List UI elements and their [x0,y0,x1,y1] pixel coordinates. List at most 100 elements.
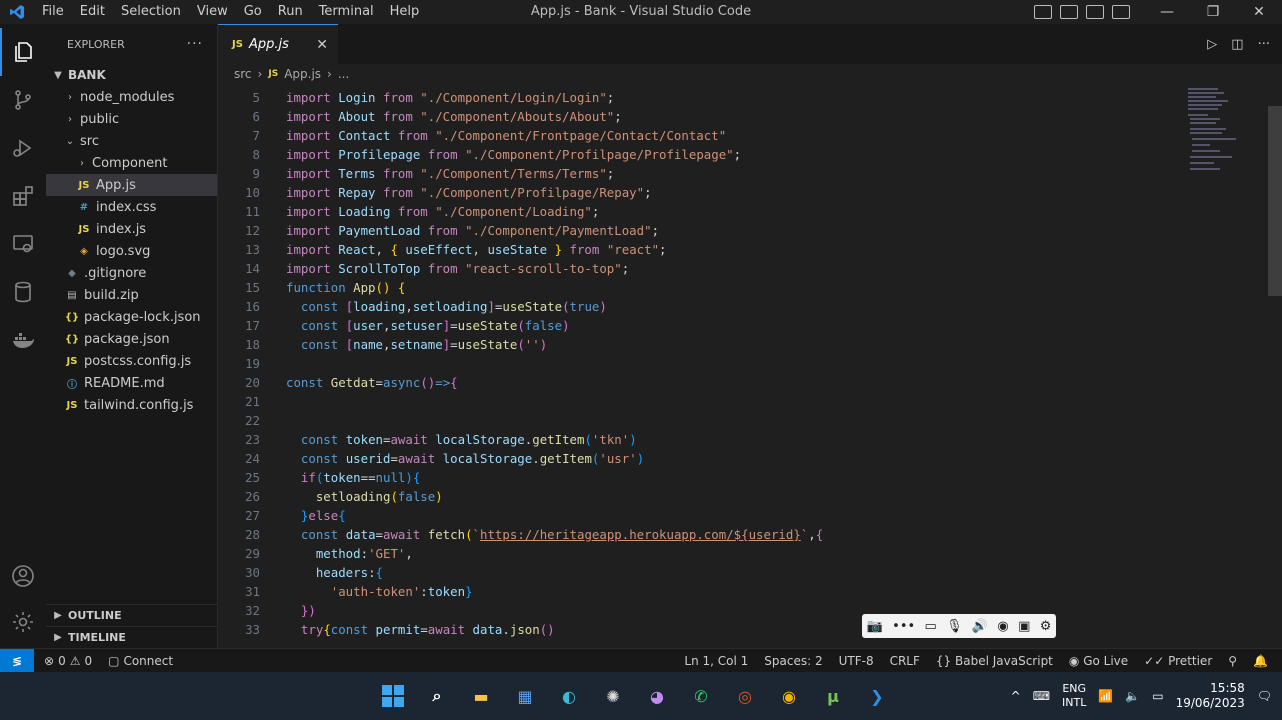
input-indicator-icon[interactable]: ⌨ [1033,689,1050,703]
split-editor-icon[interactable]: ◫ [1231,37,1243,52]
source-control-icon[interactable] [0,76,46,124]
tree-file[interactable]: ⓘ README.md [46,372,217,394]
tree-file[interactable]: JS App.js [46,174,217,196]
breadcrumb-symbol[interactable]: ... [338,67,349,81]
clock[interactable]: 15:58 19/06/2023 [1176,681,1245,711]
camera-icon[interactable]: 📷 [867,619,883,634]
tree-file[interactable]: ◆ .gitignore [46,262,217,284]
code-line[interactable]: 26 setloading(false) [218,487,1178,506]
code-line[interactable]: 15 function App() { [218,278,1178,297]
menu-edit[interactable]: Edit [72,0,113,24]
customize-layout-icon[interactable] [1112,5,1130,19]
code-line[interactable]: 31 'auth-token':token} [218,582,1178,601]
code-line[interactable]: 20 const Getdat=async()=>{ [218,373,1178,392]
accounts-icon[interactable] [0,552,46,600]
tree-folder[interactable]: › node_modules [46,86,217,108]
whatsapp-icon[interactable]: ✆ [684,679,718,713]
code-line[interactable]: 23 const token=await localStorage.getIte… [218,430,1178,449]
chevron-up-icon[interactable]: ^ [1011,689,1021,703]
code-line[interactable]: 14 import ScrollToTop from "react-scroll-… [218,259,1178,278]
toggle-primary-sidebar-icon[interactable] [1034,5,1052,19]
code-line[interactable]: 28 const data=await fetch(`https://herit… [218,525,1178,544]
vscode-taskbar-icon[interactable]: ❯ [860,679,894,713]
menu-run[interactable]: Run [270,0,311,24]
code-line[interactable]: 18 const [name,setname]=useState('') [218,335,1178,354]
menu-help[interactable]: Help [382,0,428,24]
end-of-line[interactable]: CRLF [890,654,920,668]
encoding[interactable]: UTF-8 [839,654,874,668]
file-explorer-icon[interactable]: ▬ [464,679,498,713]
tree-file[interactable]: JS postcss.config.js [46,350,217,372]
code-line[interactable]: 16 const [loading,setloading]=useState(t… [218,297,1178,316]
ubuntu-icon[interactable]: ◎ [728,679,762,713]
menu-terminal[interactable]: Terminal [311,0,382,24]
explorer-icon[interactable] [0,28,46,76]
breadcrumb-file[interactable]: App.js [284,67,321,81]
store-icon[interactable]: ▦ [508,679,542,713]
minimize-button[interactable]: — [1144,0,1190,24]
tree-file[interactable]: {} package-lock.json [46,306,217,328]
volume-icon[interactable]: 🔈 [1125,689,1140,703]
menu-view[interactable]: View [189,0,236,24]
cursor-position[interactable]: Ln 1, Col 1 [684,654,748,668]
code-editor[interactable]: 5 import Login from "./Component/Login/Lo… [218,88,1282,648]
restore-button[interactable]: ❐ [1190,0,1236,24]
battery-icon[interactable]: ▭ [1152,689,1163,703]
language-indicator[interactable]: ENG INTL [1062,682,1086,710]
code-line[interactable]: 21 [218,392,1178,411]
menu-file[interactable]: File [34,0,72,24]
windows-start-icon[interactable] [376,679,410,713]
remote-explorer-icon[interactable] [0,220,46,268]
close-window-button[interactable]: ✕ [1236,0,1282,24]
language-mode[interactable]: {} Babel JavaScript [936,654,1053,668]
more-icon[interactable]: ••• [892,619,915,634]
chatgpt-icon[interactable]: ✺ [596,679,630,713]
tree-file[interactable]: ▤ build.zip [46,284,217,306]
close-tab-icon[interactable]: ✕ [316,37,328,53]
connect-button[interactable]: ▢ Connect [108,654,173,668]
code-line[interactable]: 19 [218,354,1178,373]
tree-folder[interactable]: › public [46,108,217,130]
timeline-section[interactable]: ▶ TIMELINE [46,626,218,648]
tree-file[interactable]: # index.css [46,196,217,218]
code-line[interactable]: 22 [218,411,1178,430]
tree-folder[interactable]: ⌄ src [46,130,217,152]
more-actions-icon[interactable]: ··· [187,36,203,52]
run-debug-icon[interactable] [0,124,46,172]
window-icon[interactable]: ▣ [1018,619,1030,634]
tree-file[interactable]: ◈ logo.svg [46,240,217,262]
code-line[interactable]: 17 const [user,setuser]=useState(false) [218,316,1178,335]
notification-center-icon[interactable]: 🗨 [1257,689,1272,703]
notifications-bell-icon[interactable]: 🔔 [1253,654,1268,668]
code-line[interactable]: 6 import About from "./Component/Abouts/A… [218,107,1178,126]
code-line[interactable]: 27 }else{ [218,506,1178,525]
tree-file[interactable]: JS index.js [46,218,217,240]
toggle-panel-icon[interactable] [1060,5,1078,19]
code-line[interactable]: 24 const userid=await localStorage.getIt… [218,449,1178,468]
tab-app-js[interactable]: JS App.js ✕ [218,24,338,64]
code-line[interactable]: 10 import Repay from "./Component/Profilp… [218,183,1178,202]
extensions-icon[interactable] [0,172,46,220]
code-line[interactable]: 9 import Terms from "./Component/Terms/Te… [218,164,1178,183]
tree-file[interactable]: JS tailwind.config.js [46,394,217,416]
go-live-button[interactable]: ◉ Go Live [1069,654,1128,668]
toggle-secondary-sidebar-icon[interactable] [1086,5,1104,19]
microphone-icon[interactable]: 🎙 [946,619,963,634]
tree-file[interactable]: {} package.json [46,328,217,350]
prettier-button[interactable]: ✓✓ Prettier [1144,654,1212,668]
edge-icon[interactable]: ◐ [552,679,586,713]
code-line[interactable]: 30 headers:{ [218,563,1178,582]
speaker-icon[interactable]: 🔊 [972,619,988,634]
menu-selection[interactable]: Selection [113,0,189,24]
run-file-icon[interactable]: ▷ [1207,37,1217,52]
minimap[interactable] [1186,86,1246,186]
more-actions-icon[interactable]: ··· [1258,37,1270,52]
menu-go[interactable]: Go [236,0,270,24]
photos-icon[interactable]: ◕ [640,679,674,713]
code-line[interactable]: 5 import Login from "./Component/Login/Lo… [218,88,1178,107]
editor-scrollbar[interactable] [1268,106,1282,296]
code-line[interactable]: 11 import Loading from "./Component/Loadi… [218,202,1178,221]
problems-indicator[interactable]: ⊗ 0 ⚠ 0 [44,654,92,668]
utorrent-icon[interactable]: µ [816,679,850,713]
remote-indicator-icon[interactable]: ≶ [0,648,34,673]
